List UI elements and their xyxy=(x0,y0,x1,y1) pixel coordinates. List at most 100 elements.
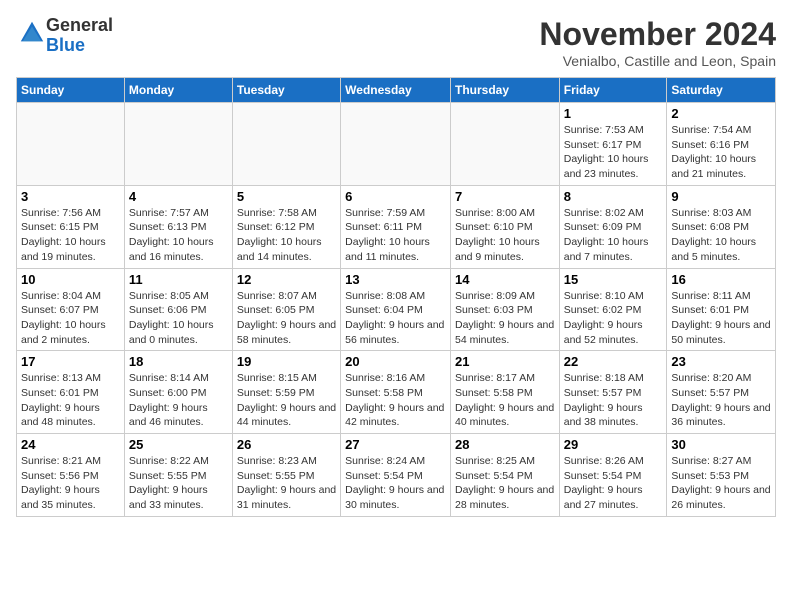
calendar-cell: 10 Sunrise: 8:04 AM Sunset: 6:07 PM Dayli… xyxy=(17,268,125,351)
weekday-header-friday: Friday xyxy=(559,78,667,103)
weekday-header-wednesday: Wednesday xyxy=(341,78,451,103)
title-area: November 2024 Venialbo, Castille and Leo… xyxy=(539,16,776,69)
day-info: Sunrise: 8:04 AM Sunset: 6:07 PM Dayligh… xyxy=(21,289,120,348)
day-number: 23 xyxy=(671,354,771,369)
day-info: Sunrise: 8:23 AM Sunset: 5:55 PM Dayligh… xyxy=(237,454,336,513)
day-info: Sunrise: 8:08 AM Sunset: 6:04 PM Dayligh… xyxy=(345,289,446,348)
day-number: 2 xyxy=(671,106,771,121)
day-number: 25 xyxy=(129,437,228,452)
day-info: Sunrise: 7:58 AM Sunset: 6:12 PM Dayligh… xyxy=(237,206,336,265)
day-info: Sunrise: 8:03 AM Sunset: 6:08 PM Dayligh… xyxy=(671,206,771,265)
calendar-cell: 19 Sunrise: 8:15 AM Sunset: 5:59 PM Dayli… xyxy=(232,351,340,434)
calendar-cell: 13 Sunrise: 8:08 AM Sunset: 6:04 PM Dayli… xyxy=(341,268,451,351)
calendar-cell xyxy=(232,103,340,186)
week-row-4: 17 Sunrise: 8:13 AM Sunset: 6:01 PM Dayli… xyxy=(17,351,776,434)
calendar-cell: 28Sunrise: 8:25 AM Sunset: 5:54 PM Dayli… xyxy=(450,434,559,517)
week-row-3: 10 Sunrise: 8:04 AM Sunset: 6:07 PM Dayli… xyxy=(17,268,776,351)
calendar-cell: 17 Sunrise: 8:13 AM Sunset: 6:01 PM Dayli… xyxy=(17,351,125,434)
day-info: Sunrise: 8:25 AM Sunset: 5:54 PM Dayligh… xyxy=(455,454,555,513)
day-info: Sunrise: 8:10 AM Sunset: 6:02 PM Dayligh… xyxy=(564,289,663,348)
day-info: Sunrise: 8:14 AM Sunset: 6:00 PM Dayligh… xyxy=(129,371,228,430)
day-info: Sunrise: 8:05 AM Sunset: 6:06 PM Dayligh… xyxy=(129,289,228,348)
calendar-cell xyxy=(341,103,451,186)
day-info: Sunrise: 8:21 AM Sunset: 5:56 PM Dayligh… xyxy=(21,454,120,513)
day-number: 21 xyxy=(455,354,555,369)
week-row-1: 1 Sunrise: 7:53 AM Sunset: 6:17 PM Daylig… xyxy=(17,103,776,186)
calendar-cell: 29Sunrise: 8:26 AM Sunset: 5:54 PM Dayli… xyxy=(559,434,667,517)
day-number: 9 xyxy=(671,189,771,204)
day-info: Sunrise: 8:02 AM Sunset: 6:09 PM Dayligh… xyxy=(564,206,663,265)
day-info: Sunrise: 7:57 AM Sunset: 6:13 PM Dayligh… xyxy=(129,206,228,265)
weekday-header-tuesday: Tuesday xyxy=(232,78,340,103)
calendar-cell: 30Sunrise: 8:27 AM Sunset: 5:53 PM Dayli… xyxy=(667,434,776,517)
day-number: 30 xyxy=(671,437,771,452)
week-row-5: 24 Sunrise: 8:21 AM Sunset: 5:56 PM Dayli… xyxy=(17,434,776,517)
day-info: Sunrise: 8:13 AM Sunset: 6:01 PM Dayligh… xyxy=(21,371,120,430)
calendar-cell: 21 Sunrise: 8:17 AM Sunset: 5:58 PM Dayli… xyxy=(450,351,559,434)
weekday-header-monday: Monday xyxy=(124,78,232,103)
day-number: 14 xyxy=(455,272,555,287)
day-number: 22 xyxy=(564,354,663,369)
day-info: Sunrise: 7:53 AM Sunset: 6:17 PM Dayligh… xyxy=(564,123,663,182)
weekday-header-row: SundayMondayTuesdayWednesdayThursdayFrid… xyxy=(17,78,776,103)
calendar-cell: 23 Sunrise: 8:20 AM Sunset: 5:57 PM Dayli… xyxy=(667,351,776,434)
calendar-cell: 7Sunrise: 8:00 AM Sunset: 6:10 PM Daylig… xyxy=(450,185,559,268)
day-number: 10 xyxy=(21,272,120,287)
calendar-cell: 12 Sunrise: 8:07 AM Sunset: 6:05 PM Dayli… xyxy=(232,268,340,351)
calendar-cell: 22 Sunrise: 8:18 AM Sunset: 5:57 PM Dayli… xyxy=(559,351,667,434)
calendar-cell xyxy=(450,103,559,186)
day-number: 1 xyxy=(564,106,663,121)
day-number: 8 xyxy=(564,189,663,204)
calendar-cell: 2Sunrise: 7:54 AM Sunset: 6:16 PM Daylig… xyxy=(667,103,776,186)
day-number: 16 xyxy=(671,272,771,287)
weekday-header-sunday: Sunday xyxy=(17,78,125,103)
day-info: Sunrise: 8:18 AM Sunset: 5:57 PM Dayligh… xyxy=(564,371,663,430)
calendar-cell: 20 Sunrise: 8:16 AM Sunset: 5:58 PM Dayli… xyxy=(341,351,451,434)
month-title: November 2024 xyxy=(539,16,776,53)
day-number: 19 xyxy=(237,354,336,369)
page-header: General Blue November 2024 Venialbo, Cas… xyxy=(16,16,776,69)
day-info: Sunrise: 8:09 AM Sunset: 6:03 PM Dayligh… xyxy=(455,289,555,348)
day-number: 15 xyxy=(564,272,663,287)
day-number: 17 xyxy=(21,354,120,369)
day-number: 4 xyxy=(129,189,228,204)
day-number: 12 xyxy=(237,272,336,287)
calendar-cell: 11 Sunrise: 8:05 AM Sunset: 6:06 PM Dayli… xyxy=(124,268,232,351)
calendar-table: SundayMondayTuesdayWednesdayThursdayFrid… xyxy=(16,77,776,517)
day-info: Sunrise: 8:11 AM Sunset: 6:01 PM Dayligh… xyxy=(671,289,771,348)
calendar-cell: 9 Sunrise: 8:03 AM Sunset: 6:08 PM Daylig… xyxy=(667,185,776,268)
logo: General Blue xyxy=(16,16,113,56)
day-info: Sunrise: 8:07 AM Sunset: 6:05 PM Dayligh… xyxy=(237,289,336,348)
calendar-cell: 25 Sunrise: 8:22 AM Sunset: 5:55 PM Dayli… xyxy=(124,434,232,517)
day-info: Sunrise: 8:26 AM Sunset: 5:54 PM Dayligh… xyxy=(564,454,663,513)
calendar-cell: 26 Sunrise: 8:23 AM Sunset: 5:55 PM Dayli… xyxy=(232,434,340,517)
day-number: 24 xyxy=(21,437,120,452)
calendar-cell: 6Sunrise: 7:59 AM Sunset: 6:11 PM Daylig… xyxy=(341,185,451,268)
weekday-header-thursday: Thursday xyxy=(450,78,559,103)
day-info: Sunrise: 8:20 AM Sunset: 5:57 PM Dayligh… xyxy=(671,371,771,430)
calendar-cell: 18Sunrise: 8:14 AM Sunset: 6:00 PM Dayli… xyxy=(124,351,232,434)
day-number: 5 xyxy=(237,189,336,204)
calendar-cell: 4 Sunrise: 7:57 AM Sunset: 6:13 PM Daylig… xyxy=(124,185,232,268)
day-info: Sunrise: 8:16 AM Sunset: 5:58 PM Dayligh… xyxy=(345,371,446,430)
day-number: 11 xyxy=(129,272,228,287)
calendar-cell xyxy=(124,103,232,186)
day-info: Sunrise: 8:15 AM Sunset: 5:59 PM Dayligh… xyxy=(237,371,336,430)
calendar-cell: 8 Sunrise: 8:02 AM Sunset: 6:09 PM Daylig… xyxy=(559,185,667,268)
calendar-cell: 3Sunrise: 7:56 AM Sunset: 6:15 PM Daylig… xyxy=(17,185,125,268)
calendar-cell: 14 Sunrise: 8:09 AM Sunset: 6:03 PM Dayli… xyxy=(450,268,559,351)
calendar-cell: 15 Sunrise: 8:10 AM Sunset: 6:02 PM Dayli… xyxy=(559,268,667,351)
day-number: 13 xyxy=(345,272,446,287)
calendar-cell: 5 Sunrise: 7:58 AM Sunset: 6:12 PM Daylig… xyxy=(232,185,340,268)
weekday-header-saturday: Saturday xyxy=(667,78,776,103)
day-number: 6 xyxy=(345,189,446,204)
day-info: Sunrise: 8:17 AM Sunset: 5:58 PM Dayligh… xyxy=(455,371,555,430)
day-number: 20 xyxy=(345,354,446,369)
day-number: 26 xyxy=(237,437,336,452)
location: Venialbo, Castille and Leon, Spain xyxy=(539,53,776,69)
logo-text: General Blue xyxy=(46,16,113,56)
day-info: Sunrise: 8:22 AM Sunset: 5:55 PM Dayligh… xyxy=(129,454,228,513)
calendar-cell: 1 Sunrise: 7:53 AM Sunset: 6:17 PM Daylig… xyxy=(559,103,667,186)
logo-icon xyxy=(18,19,46,47)
calendar-cell: 27Sunrise: 8:24 AM Sunset: 5:54 PM Dayli… xyxy=(341,434,451,517)
